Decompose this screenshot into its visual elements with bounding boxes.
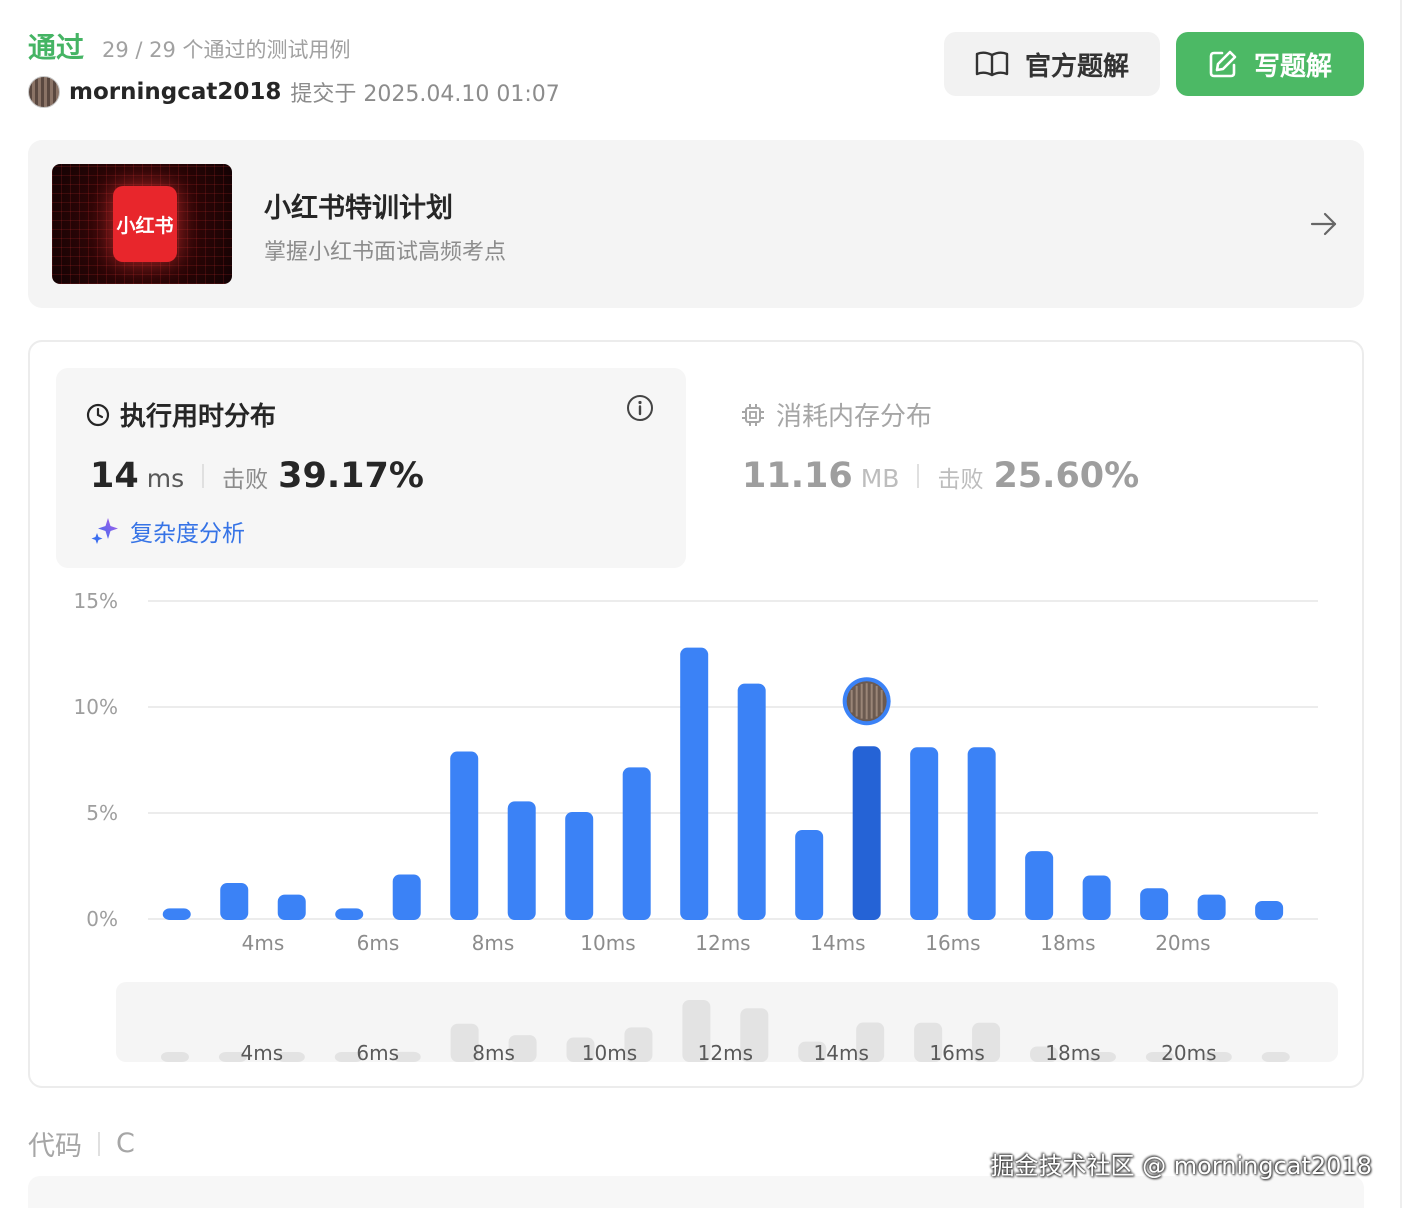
arrow-right-icon[interactable] (1308, 208, 1340, 240)
bar[interactable] (737, 683, 766, 920)
bar[interactable] (1082, 875, 1111, 920)
bar[interactable] (392, 874, 421, 920)
x-tick-label: 14ms (810, 931, 865, 955)
highlighted-bar[interactable] (852, 746, 881, 920)
minimap-tick-label: 6ms (356, 1041, 399, 1065)
testcase-count: 29 / 29 个通过的测试用例 (102, 38, 351, 62)
official-solution-label: 官方题解 (1024, 51, 1129, 82)
bar[interactable] (795, 829, 824, 920)
edit-icon (1209, 50, 1237, 78)
book-open-icon (975, 51, 1009, 77)
my-submission-avatar-marker[interactable] (842, 677, 891, 726)
x-tick-label: 16ms (925, 931, 980, 955)
bar[interactable] (1025, 851, 1054, 920)
bar[interactable] (1255, 900, 1284, 920)
x-tick-label: 4ms (242, 931, 285, 955)
bar[interactable] (277, 894, 306, 920)
minimap-tick-label: 4ms (241, 1041, 284, 1065)
bar[interactable] (1197, 894, 1226, 920)
bar[interactable] (967, 747, 996, 920)
minimap-bar (1261, 1052, 1290, 1062)
stats-panel: 执行用时分布 14 ms 击败 39.17% 复杂度分析 消耗内存分布 11.1… (28, 340, 1364, 1088)
bar[interactable] (220, 882, 249, 920)
x-tick-label: 18ms (1040, 931, 1095, 955)
submitted-time: 提交于 2025.04.10 01:07 (290, 82, 560, 107)
bar[interactable] (1140, 888, 1169, 920)
write-solution-label: 写题解 (1253, 51, 1332, 82)
x-tick-label: 20ms (1155, 931, 1210, 955)
y-tick-label: 0% (86, 907, 118, 931)
promo-image: 小红书 (52, 164, 232, 284)
bar[interactable] (910, 747, 939, 920)
official-solution-button[interactable]: 官方题解 (944, 32, 1160, 96)
bar[interactable] (565, 811, 594, 920)
minimap-tick-label: 14ms (814, 1041, 869, 1065)
y-tick-label: 15% (74, 589, 118, 613)
promo-title: 小红书特训计划 (264, 193, 453, 224)
y-tick-label: 10% (74, 695, 118, 719)
username-link[interactable]: morningcat2018 (69, 79, 281, 105)
minimap-tick-label: 20ms (1161, 1041, 1216, 1065)
avatar[interactable] (28, 76, 60, 108)
y-tick-label: 5% (86, 801, 118, 825)
code-section-header: 代码 C (28, 1124, 135, 1163)
code-language: C (116, 1128, 135, 1159)
submission-status: 通过 29 / 29 个通过的测试用例 (28, 26, 351, 66)
code-label: 代码 (28, 1131, 82, 1162)
minimap-tick-label: 18ms (1045, 1041, 1100, 1065)
watermark: 掘金技术社区 @ morningcat2018 (990, 1152, 1372, 1180)
runtime-distribution-chart[interactable]: 0% 5% 10% 15% 4ms 6ms 8ms 10ms 12ms 14ms 16ms 18ms 2… (30, 342, 1362, 1086)
x-tick-label: 12ms (695, 931, 750, 955)
bar[interactable] (507, 801, 536, 920)
bar[interactable] (622, 767, 651, 920)
x-tick-label: 6ms (357, 931, 400, 955)
divider (98, 1131, 100, 1156)
promo-subtitle: 掌握小红书面试高频考点 (264, 240, 507, 265)
status-label: 通过 (28, 31, 85, 64)
promo-banner[interactable]: 小红书 小红书特训计划 掌握小红书面试高频考点 (28, 140, 1364, 308)
bar[interactable] (335, 908, 364, 920)
minimap-tick-label: 8ms (472, 1041, 515, 1065)
minimap-tick-label: 10ms (582, 1041, 637, 1065)
x-tick-label: 10ms (580, 931, 635, 955)
write-solution-button[interactable]: 写题解 (1176, 32, 1364, 96)
minimap-tick-label: 16ms (929, 1041, 984, 1065)
submitter-info: morningcat2018 提交于 2025.04.10 01:07 (28, 76, 560, 108)
minimap-tick-label: 12ms (698, 1041, 753, 1065)
minimap-bar (160, 1052, 189, 1062)
x-tick-label: 8ms (472, 931, 515, 955)
xiaohongshu-logo: 小红书 (113, 186, 177, 262)
bar[interactable] (162, 908, 191, 920)
bar[interactable] (450, 751, 479, 920)
bar[interactable] (680, 647, 709, 920)
